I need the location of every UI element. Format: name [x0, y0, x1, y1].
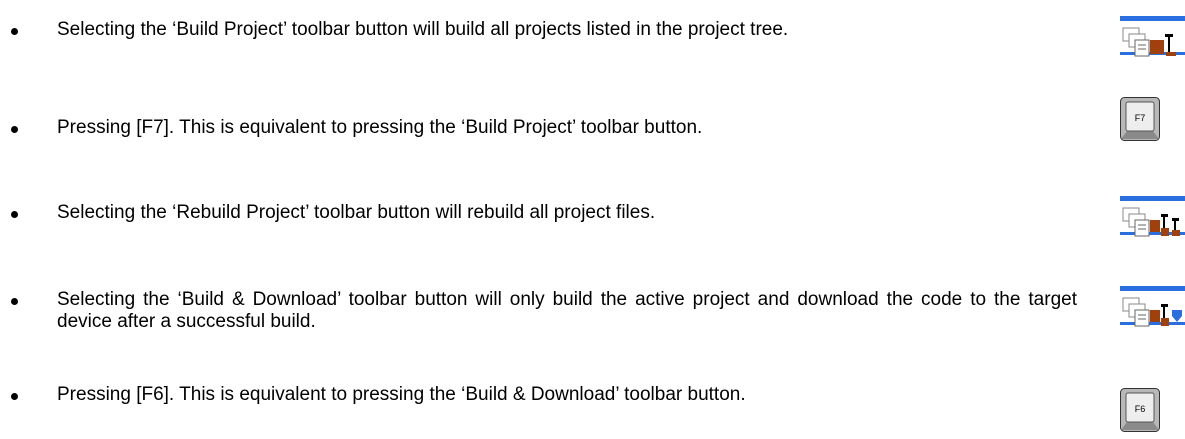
item-text: Selecting the ‘Build Project’ toolbar bu… [57, 19, 789, 40]
build-download-toolbar-icon [1120, 282, 1185, 328]
item-text: Selecting the ‘Rebuild Project’ toolbar … [57, 202, 656, 223]
item-text: Pressing [F6]. This is equivalent to pre… [57, 384, 746, 405]
bullet [11, 126, 18, 133]
bullet [11, 28, 18, 35]
f7-key-icon: F7 [1120, 97, 1160, 141]
bullet [11, 393, 18, 400]
key-label: F7 [1135, 113, 1146, 123]
bullet [11, 211, 18, 218]
item-text: Selecting the ‘Build & Download’ toolbar… [57, 289, 1077, 332]
build-project-toolbar-icon [1120, 12, 1185, 58]
rebuild-project-toolbar-icon [1120, 192, 1185, 238]
key-label: F6 [1135, 404, 1146, 414]
item-text: Pressing [F7]. This is equivalent to pre… [57, 117, 703, 138]
bullet [11, 298, 18, 305]
f6-key-icon: F6 [1120, 388, 1160, 432]
